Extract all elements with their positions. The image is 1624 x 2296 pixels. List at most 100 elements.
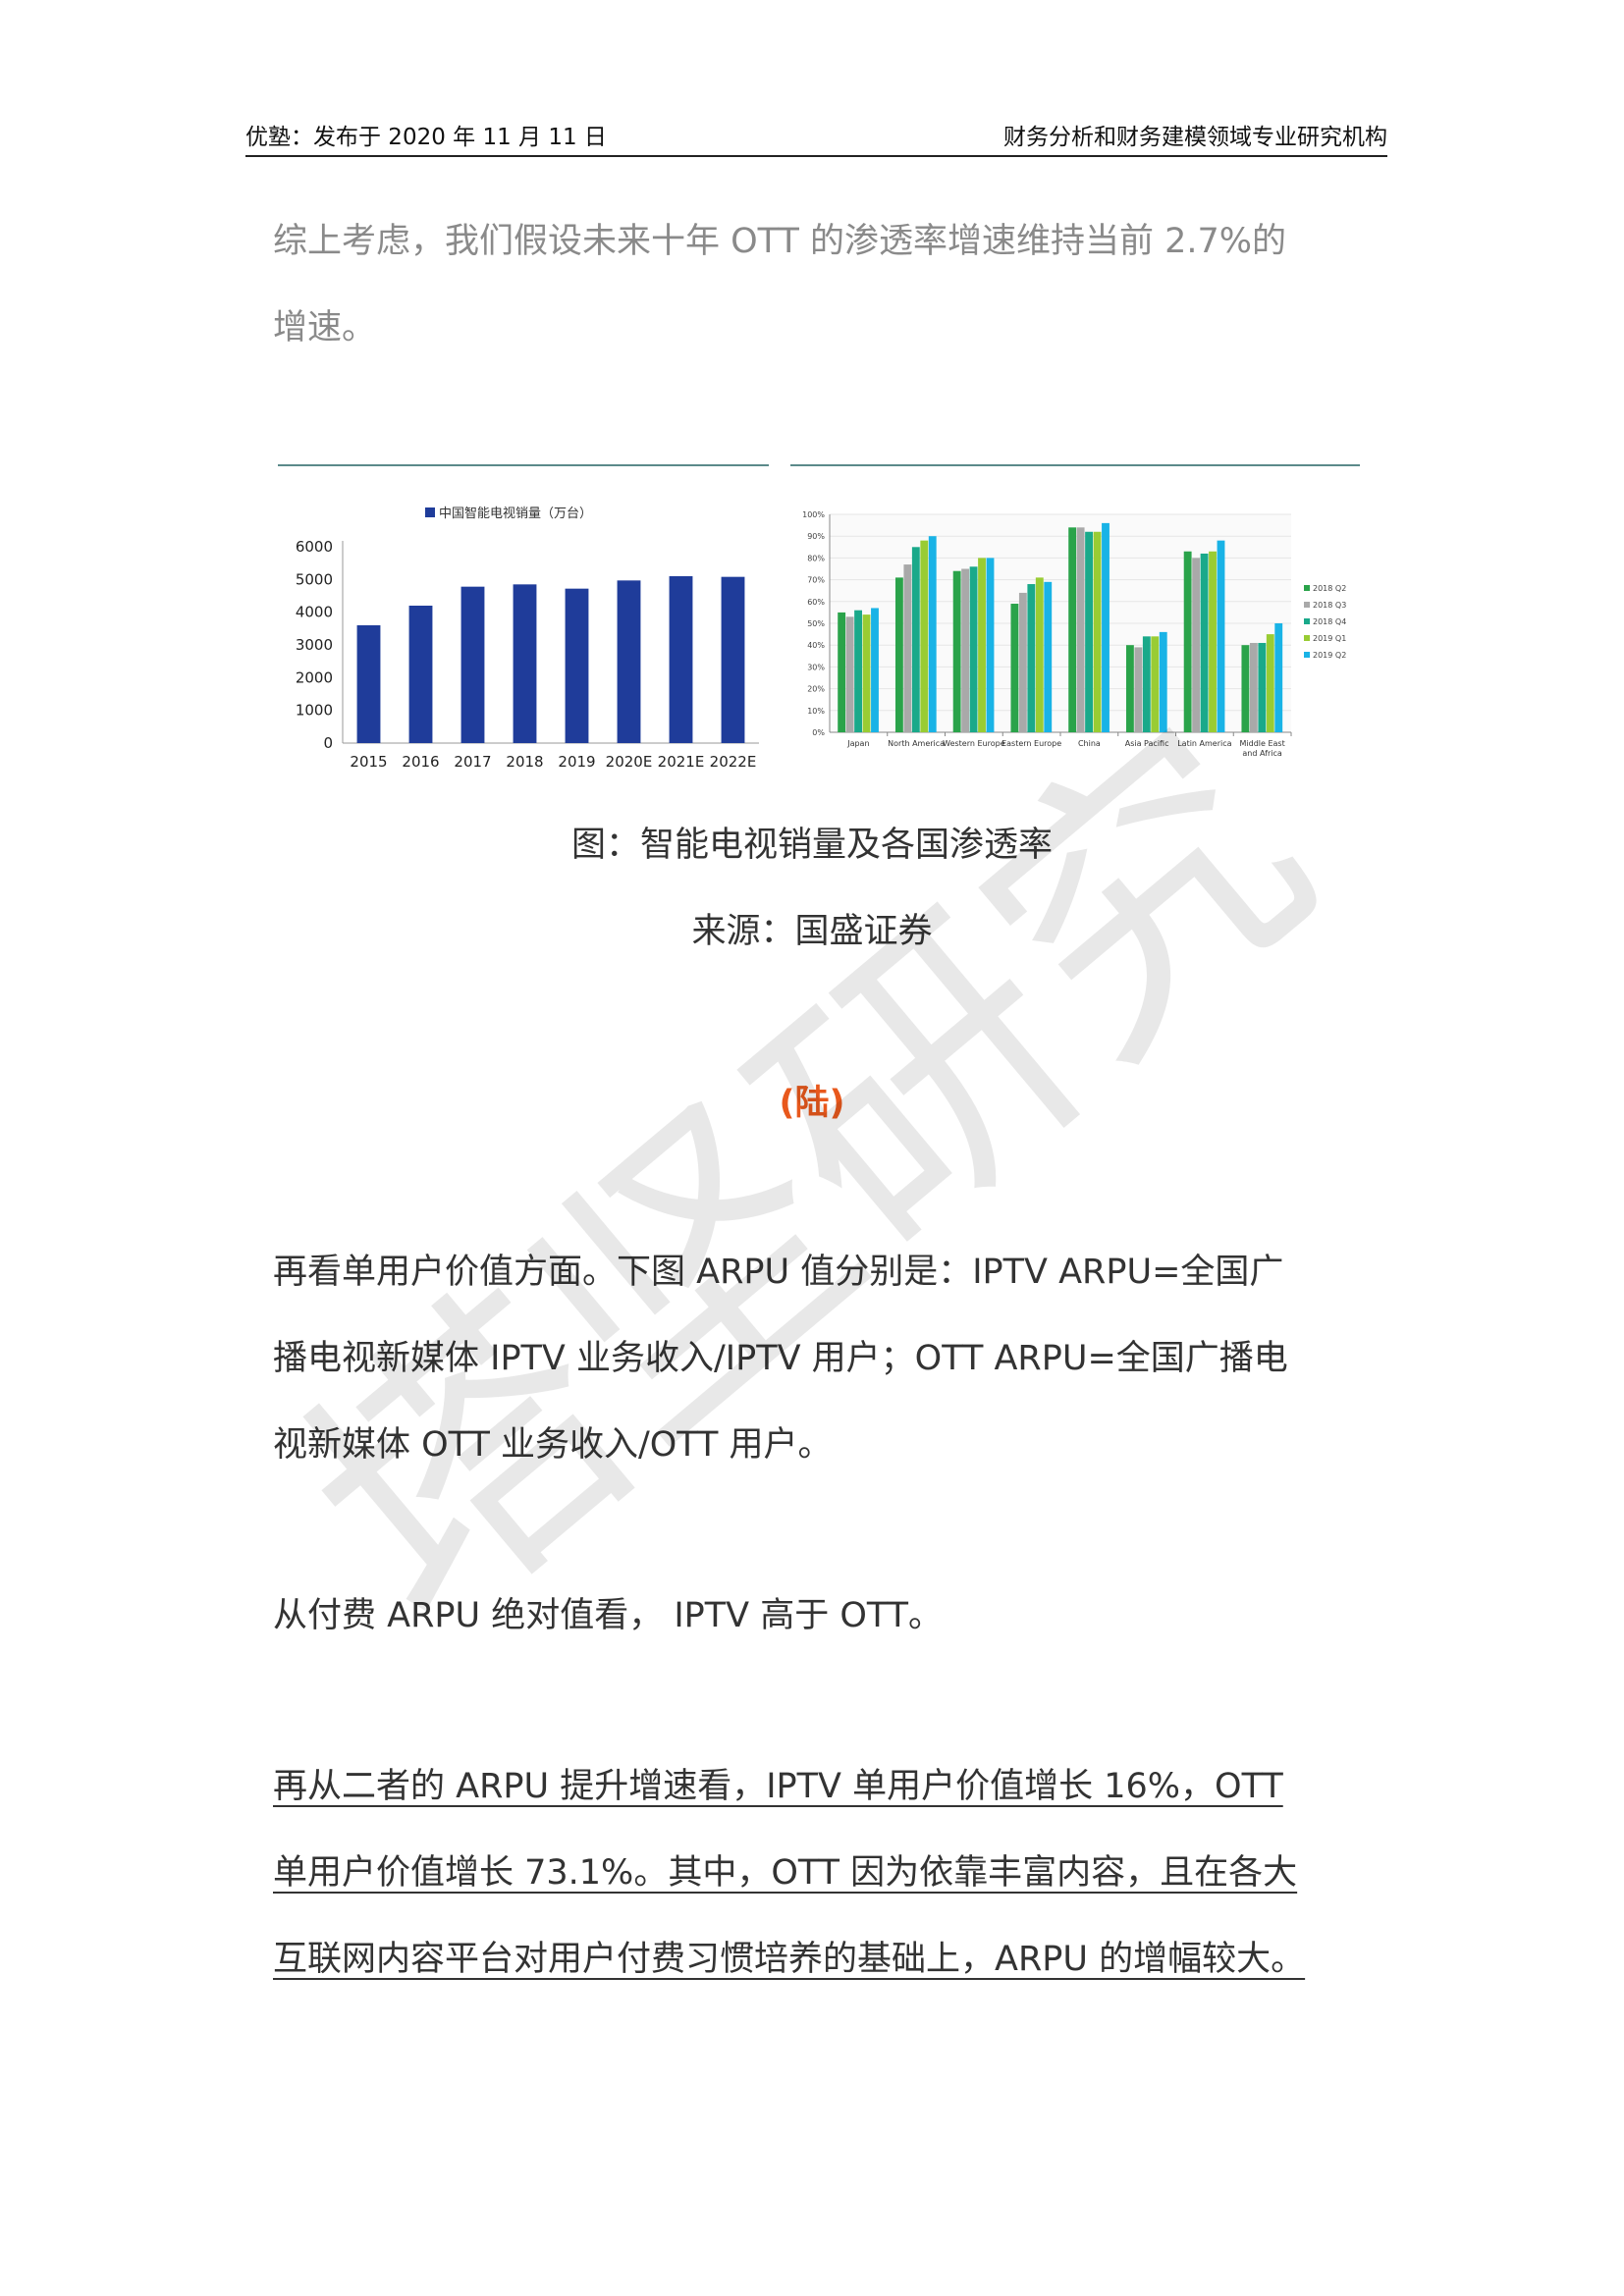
bar-Eastern Europe-2018 Q2 bbox=[1010, 604, 1019, 732]
y-tick-label: 20% bbox=[807, 685, 825, 694]
legend-label: 2019 Q2 bbox=[1313, 651, 1346, 660]
bar-Japan-2018 Q3 bbox=[845, 616, 854, 732]
bar-Latin America-2019 Q2 bbox=[1217, 540, 1225, 732]
penetration-rate-chart: 0% 10% 20% 30% 40% 50% 60% 70% 80% 90% 100% Japan No… bbox=[802, 510, 1346, 758]
bar-Asia Pacific-2019 Q2 bbox=[1159, 631, 1167, 732]
bar-China-2019 Q1 bbox=[1093, 531, 1102, 732]
bar-North America-2018 Q4 bbox=[911, 547, 920, 732]
bar-2015 bbox=[356, 625, 381, 743]
x-tick-label: 2019 bbox=[558, 753, 595, 771]
bar-Middle East and Africa-2019 Q2 bbox=[1274, 623, 1283, 732]
bar-Eastern Europe-2019 Q1 bbox=[1035, 577, 1044, 732]
y-tick-label: 10% bbox=[807, 707, 825, 716]
bar-2019 bbox=[565, 588, 589, 743]
y-tick-label: 80% bbox=[807, 554, 825, 562]
figure-source: 来源：国盛证券 bbox=[691, 912, 933, 951]
smart-tv-sales-chart: 中国智能电视销量（万台） 0 1000 2000 3000 4000 5000 6000 201… bbox=[296, 507, 759, 771]
bar-Middle East and Africa-2019 Q1 bbox=[1266, 634, 1274, 732]
legend-label: 2019 Q1 bbox=[1313, 634, 1346, 643]
bar-Middle East and Africa-2018 Q2 bbox=[1241, 645, 1250, 732]
bar-2020E bbox=[617, 580, 641, 743]
x-tick-label: 2015 bbox=[350, 753, 387, 771]
arpu-growth-line-2: 单用户价值增长 73.1%。其中，OTT 因为依靠丰富内容，且在各大 bbox=[273, 1853, 1298, 1893]
intro-line-2: 增速。 bbox=[273, 308, 377, 347]
y-tick-label: 3000 bbox=[296, 636, 333, 654]
bar-Asia Pacific-2018 Q3 bbox=[1134, 647, 1143, 732]
header-org-tagline: 财务分析和财务建模领域专业研究机构 bbox=[1003, 125, 1387, 150]
section-marker: (陆) bbox=[779, 1084, 845, 1123]
y-tick-label: 90% bbox=[807, 532, 825, 541]
bar-2016 bbox=[408, 606, 433, 743]
x-tick-label: 2018 bbox=[506, 753, 543, 771]
bar-Eastern Europe-2018 Q4 bbox=[1027, 584, 1036, 732]
y-tick-label: 2000 bbox=[296, 668, 333, 686]
bar-Eastern Europe-2019 Q2 bbox=[1044, 581, 1053, 732]
bar-North America-2018 Q2 bbox=[894, 577, 903, 732]
bar-Latin America-2018 Q4 bbox=[1200, 553, 1209, 732]
y-tick-label: 1000 bbox=[296, 702, 333, 720]
y-tick-label: 6000 bbox=[296, 538, 333, 556]
chart-left-top-rule bbox=[278, 464, 769, 466]
bar-Eastern Europe-2018 Q3 bbox=[1018, 592, 1027, 732]
arpu-absolute-paragraph: 从付费 ARPU 绝对值看， IPTV 高于 OTT。 bbox=[273, 1573, 1363, 1659]
bar-Japan-2019 Q1 bbox=[862, 614, 871, 732]
arpu-line-2: 播电视新媒体 IPTV 业务收入/IPTV 用户；OTT ARPU=全国广播电 bbox=[273, 1339, 1288, 1378]
x-tick-label: China bbox=[1078, 739, 1101, 748]
bar-2018 bbox=[513, 584, 537, 743]
arpu-growth-line-1: 再从二者的 ARPU 提升增速看，IPTV 单用户价值增长 16%，OTT bbox=[273, 1767, 1283, 1806]
arpu-line-1: 再看单用户价值方面。下图 ARPU 值分别是：IPTV ARPU=全国广 bbox=[273, 1253, 1284, 1292]
arpu-growth-paragraph: 再从二者的 ARPU 提升增速看，IPTV 单用户价值增长 16%，OTT 单用… bbox=[273, 1743, 1363, 2002]
x-tick-label: 2017 bbox=[454, 753, 491, 771]
y-tick-label: 40% bbox=[807, 641, 825, 650]
legend-label: 2018 Q2 bbox=[1313, 584, 1346, 593]
x-tick-label: Latin America bbox=[1177, 739, 1231, 748]
bar-China-2018 Q3 bbox=[1076, 527, 1085, 732]
x-tick-label-cont: and Africa bbox=[1242, 749, 1282, 758]
bar-China-2018 Q4 bbox=[1085, 531, 1094, 732]
header-publish-date: 优塾：发布于 2020 年 11 月 11 日 bbox=[245, 125, 607, 150]
intro-paragraph: 综上考虑，我们假设未来十年 OTT 的渗透率增速维持当前 2.7%的 增速。 bbox=[273, 198, 1363, 371]
bar-Latin America-2018 Q3 bbox=[1192, 558, 1201, 732]
legend-swatch bbox=[1304, 635, 1310, 641]
x-tick-label: 2022E bbox=[710, 753, 757, 771]
legend-label: 2018 Q3 bbox=[1313, 601, 1346, 610]
y-tick-label: 4000 bbox=[296, 604, 333, 621]
y-tick-label: 50% bbox=[807, 619, 825, 628]
y-tick-label: 0% bbox=[812, 728, 825, 737]
arpu-definition-paragraph: 再看单用户价值方面。下图 ARPU 值分别是：IPTV ARPU=全国广 播电视… bbox=[273, 1229, 1363, 1488]
bar-Western Europe-2018 Q4 bbox=[969, 566, 978, 732]
legend-label: 2018 Q4 bbox=[1313, 617, 1346, 626]
x-tick-label: Middle East bbox=[1240, 739, 1285, 748]
bar-Middle East and Africa-2018 Q3 bbox=[1249, 642, 1258, 732]
y-tick-label: 5000 bbox=[296, 570, 333, 588]
x-tick-label: 2016 bbox=[402, 753, 439, 771]
chart-right-top-rule bbox=[790, 464, 1360, 466]
bar-Western Europe-2019 Q2 bbox=[986, 558, 995, 732]
intro-line-1: 综上考虑，我们假设未来十年 OTT 的渗透率增速维持当前 2.7%的 bbox=[273, 222, 1286, 261]
bar-2022E bbox=[721, 576, 745, 743]
y-tick-label: 30% bbox=[807, 663, 825, 671]
x-tick-label: 2021E bbox=[658, 753, 705, 771]
bar-Asia Pacific-2018 Q2 bbox=[1125, 645, 1134, 732]
bar-Western Europe-2018 Q2 bbox=[952, 570, 961, 732]
bar-China-2019 Q2 bbox=[1102, 522, 1110, 732]
legend-label: 中国智能电视销量（万台） bbox=[439, 507, 592, 521]
x-tick-label: 2020E bbox=[606, 753, 653, 771]
bar-North America-2019 Q1 bbox=[920, 540, 929, 732]
y-tick-label: 0 bbox=[323, 734, 333, 752]
legend-swatch bbox=[425, 507, 435, 517]
bar-Western Europe-2019 Q1 bbox=[978, 558, 986, 732]
legend-swatch bbox=[1304, 585, 1310, 591]
x-tick-label: North America bbox=[888, 739, 945, 748]
bar-North America-2018 Q3 bbox=[903, 564, 912, 732]
y-tick-label: 60% bbox=[807, 598, 825, 607]
arpu-growth-line-3: 互联网内容平台对用户付费习惯培养的基础上，ARPU 的增幅较大。 bbox=[273, 1940, 1306, 1979]
legend-swatch bbox=[1304, 652, 1310, 658]
arpu-line-3: 视新媒体 OTT 业务收入/OTT 用户。 bbox=[273, 1425, 833, 1465]
bar-Japan-2018 Q2 bbox=[838, 612, 846, 732]
figure-caption: 图：智能电视销量及各国渗透率 bbox=[570, 826, 1053, 865]
bar-North America-2019 Q2 bbox=[928, 536, 937, 732]
bar-Japan-2019 Q2 bbox=[871, 608, 879, 732]
bar-Latin America-2019 Q1 bbox=[1209, 551, 1217, 732]
arpu-absolute-line: 从付费 ARPU 绝对值看， IPTV 高于 OTT。 bbox=[273, 1596, 944, 1635]
